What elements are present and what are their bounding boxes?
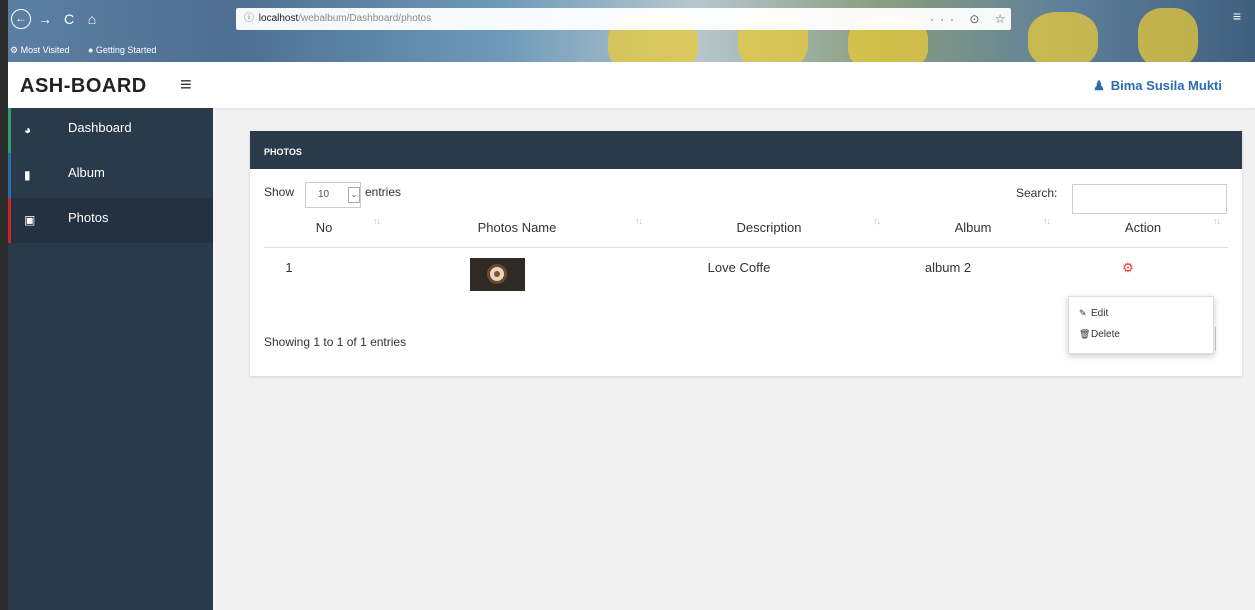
user-menu[interactable]: ♟ Bima Susila Mukti [1093, 78, 1222, 94]
chevron-down-icon[interactable]: ⌄ [348, 187, 360, 203]
reload-icon[interactable]: C [59, 9, 79, 29]
action-dropdown: ✎ Edit 🗑Delete [1068, 296, 1214, 354]
column-header-action[interactable]: Action ↑↓ [1058, 209, 1228, 248]
table-row: 1 Love Coffe album 2 ⚙ [264, 247, 1228, 297]
sidebar-item-label: Dashboard [68, 120, 132, 135]
delete-menu-item[interactable]: 🗑Delete [1079, 329, 1120, 340]
brand-title: ASH-BOARD [20, 75, 147, 97]
bookmark-getting-started[interactable]: ● Getting Started [88, 45, 164, 55]
panel-title: PHOTOS [250, 131, 1242, 169]
url-path: /webalbum/Dashboard/photos [298, 13, 432, 24]
window-left-edge [0, 0, 8, 610]
home-icon[interactable]: ⌂ [82, 9, 102, 29]
image-icon: ▣ [24, 213, 36, 227]
photos-table: No ↑↓ Photos Name ↑↓ Description ↑↓ Album ↑↓… [264, 209, 1228, 297]
sidebar-item-label: Photos [68, 210, 109, 225]
table-header-row: No ↑↓ Photos Name ↑↓ Description ↑↓ Album ↑↓… [264, 209, 1228, 248]
column-header-description[interactable]: Description ↑↓ [650, 209, 888, 248]
sort-icon[interactable]: ↑↓ [1043, 216, 1051, 226]
forward-icon[interactable]: → [35, 9, 55, 29]
page-length-select[interactable]: 10 ⌄ [305, 182, 361, 208]
sidebar-accent [8, 108, 11, 153]
sidebar-item-album[interactable]: ▮ Album [8, 153, 213, 198]
sidebar-item-dashboard[interactable]: ◕ Dashboard [8, 108, 213, 153]
cell-action: ⚙ [1058, 247, 1228, 297]
sidebar-item-photos[interactable]: ▣ Photos [8, 198, 213, 243]
sidebar: ◕ Dashboard ▮ Album ▣ Photos [8, 108, 213, 610]
bookmarks-bar: ⚙ Most Visited ● Getting Started [10, 42, 172, 58]
cell-description: Love Coffe [707, 259, 771, 275]
edit-menu-item[interactable]: ✎ Edit [1079, 308, 1108, 319]
url-bar[interactable]: ⓘ localhost/webalbum/Dashboard/photos [236, 8, 1011, 30]
cell-album: album 2 [924, 259, 972, 275]
sidebar-item-label: Album [68, 165, 105, 180]
column-header-album[interactable]: Album ↑↓ [888, 209, 1058, 248]
coffee-thumbnail[interactable] [469, 257, 525, 291]
info-icon[interactable]: ⓘ [244, 8, 256, 30]
sort-icon[interactable]: ↑↓ [1213, 216, 1221, 226]
table-toolbar: Show 10 ⌄ entries Search: [250, 169, 1242, 214]
dashboard-icon: ◕ [24, 123, 32, 137]
back-icon[interactable]: ← [11, 9, 31, 29]
user-icon: ♟ [1093, 78, 1105, 93]
user-name: Bima Susila Mukti [1110, 78, 1222, 93]
browser-toolbar: ← → C ⌂ ⓘ localhost/webalbum/Dashboard/p… [8, 0, 1255, 62]
cell-no: 1 [285, 259, 293, 275]
sort-icon[interactable]: ↑↓ [373, 216, 381, 226]
sort-icon[interactable]: ↑↓ [635, 216, 643, 226]
url-host: localhost [258, 13, 299, 24]
page-length-value: 10 [318, 189, 330, 200]
bookmark-most-visited[interactable]: ⚙ Most Visited [10, 45, 77, 55]
show-label: Show [264, 185, 295, 199]
cell-photo [384, 247, 650, 297]
sidebar-accent [8, 198, 11, 243]
menu-icon[interactable]: ≡ [1233, 8, 1241, 24]
app-header: ASH-BOARD ≡ ♟ Bima Susila Mukti [8, 62, 1255, 108]
sort-icon[interactable]: ↑↓ [873, 216, 881, 226]
table-info: Showing 1 to 1 of 1 entries [264, 335, 407, 349]
hamburger-menu-icon[interactable]: ≡ [180, 75, 192, 95]
column-header-no[interactable]: No ↑↓ [264, 209, 384, 248]
gear-icon[interactable]: ⚙ [1122, 260, 1134, 275]
file-icon: ▮ [24, 168, 31, 182]
entries-label: entries [365, 185, 402, 199]
trash-icon: 🗑 [1079, 329, 1091, 339]
sidebar-accent [8, 153, 11, 198]
page-actions[interactable]: ··· ⊙ ☆ [930, 8, 1011, 30]
column-header-photos-name[interactable]: Photos Name ↑↓ [384, 209, 650, 248]
pencil-icon: ✎ [1079, 308, 1087, 318]
search-label: Search: [1016, 186, 1058, 200]
